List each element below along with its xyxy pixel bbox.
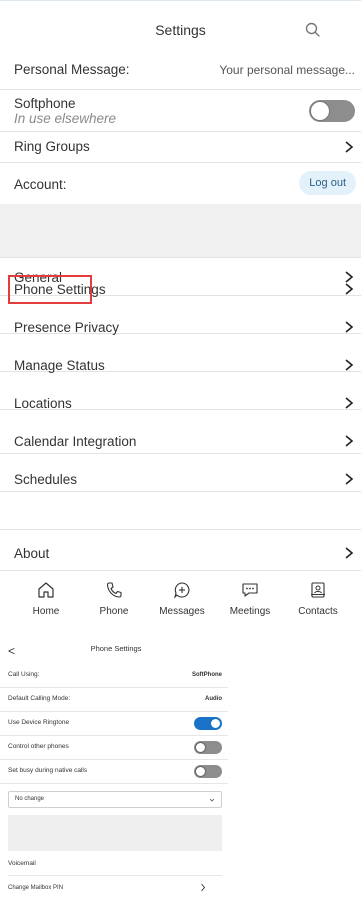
presence-privacy-label: Presence Privacy bbox=[14, 320, 120, 335]
phone-settings-title: Phone Settings bbox=[90, 644, 142, 653]
nav-label: Contacts bbox=[298, 606, 338, 617]
default-calling-mode-value: Audio bbox=[205, 696, 222, 702]
account-info-block bbox=[0, 204, 361, 258]
softphone-toggle[interactable] bbox=[309, 100, 355, 122]
call-using-label: Call Using: bbox=[8, 671, 40, 678]
use-device-ringtone-label: Use Device Ringtone bbox=[8, 719, 70, 726]
chevron-right-icon bbox=[345, 321, 354, 333]
softphone-status: In use elsewhere bbox=[14, 111, 117, 126]
manage-status-label: Manage Status bbox=[14, 358, 105, 373]
about-label: About bbox=[14, 546, 50, 561]
info-block bbox=[8, 815, 222, 851]
voicemail-heading: Voicemail bbox=[8, 860, 36, 867]
nav-label: Phone bbox=[99, 606, 129, 617]
calendar-integration-label: Calendar Integration bbox=[14, 434, 137, 449]
softphone-row: Softphone In use elsewhere bbox=[0, 90, 361, 132]
home-icon bbox=[38, 582, 54, 598]
schedules-row[interactable]: Schedules bbox=[0, 472, 361, 530]
call-using-row[interactable]: Call Using: SoftPhone bbox=[0, 664, 228, 688]
nav-label: Messages bbox=[159, 606, 205, 617]
phone-settings-highlight bbox=[8, 275, 92, 304]
default-calling-mode-label: Default Calling Mode: bbox=[8, 695, 71, 702]
about-row[interactable]: About bbox=[0, 537, 361, 571]
chevron-right-icon bbox=[345, 359, 354, 371]
nav-contacts[interactable]: Contacts bbox=[282, 580, 354, 617]
control-other-phones-row: Control other phones bbox=[0, 736, 228, 760]
set-busy-label: Set busy during native calls bbox=[8, 767, 88, 774]
nav-messages[interactable]: Messages bbox=[146, 580, 218, 617]
toggle-knob bbox=[195, 766, 206, 777]
nav-label: Meetings bbox=[229, 606, 271, 617]
chevron-right-icon bbox=[345, 283, 354, 295]
settings-header: Settings bbox=[0, 14, 361, 48]
nav-meetings[interactable]: Meetings bbox=[214, 580, 286, 617]
ring-groups-label: Ring Groups bbox=[14, 139, 90, 154]
contacts-icon bbox=[311, 582, 325, 598]
personal-message-value[interactable]: Your personal message... bbox=[219, 63, 355, 77]
default-calling-mode-row[interactable]: Default Calling Mode: Audio bbox=[0, 688, 228, 712]
locations-label: Locations bbox=[14, 396, 72, 411]
phone-icon bbox=[106, 582, 122, 598]
change-mailbox-pin-label[interactable]: Change Mailbox PIN bbox=[8, 885, 63, 891]
personal-message-row[interactable]: Personal Message: Your personal message.… bbox=[0, 49, 361, 90]
chevron-right-icon bbox=[345, 435, 354, 447]
schedules-label: Schedules bbox=[14, 472, 78, 487]
dropdown-value: No change bbox=[15, 796, 45, 802]
ring-groups-row[interactable]: Ring Groups bbox=[0, 132, 361, 163]
messages-icon bbox=[173, 582, 190, 599]
account-row: Account: Log out bbox=[0, 163, 361, 204]
nav-home[interactable]: Home bbox=[10, 580, 82, 617]
control-other-phones-toggle[interactable] bbox=[194, 741, 222, 754]
chevron-right-icon bbox=[345, 141, 354, 153]
meetings-icon bbox=[242, 583, 258, 597]
toggle-knob bbox=[195, 742, 206, 753]
divider bbox=[8, 875, 222, 876]
chevron-down-icon bbox=[209, 798, 215, 802]
toggle-knob bbox=[310, 101, 330, 121]
set-busy-row: Set busy during native calls bbox=[0, 760, 228, 784]
logout-button[interactable]: Log out bbox=[299, 171, 356, 195]
use-device-ringtone-row: Use Device Ringtone bbox=[0, 712, 228, 736]
call-using-value: SoftPhone bbox=[192, 672, 222, 678]
nav-label: Home bbox=[32, 606, 60, 617]
toggle-knob bbox=[210, 718, 221, 729]
chevron-right-icon bbox=[345, 397, 354, 409]
chevron-right-icon bbox=[345, 473, 354, 485]
account-label: Account: bbox=[14, 177, 67, 192]
top-divider bbox=[0, 0, 361, 1]
set-busy-toggle[interactable] bbox=[194, 765, 222, 778]
chevron-right-icon bbox=[345, 547, 354, 559]
nav-phone[interactable]: Phone bbox=[78, 580, 150, 617]
softphone-label: Softphone bbox=[14, 96, 76, 111]
chevron-right-icon[interactable] bbox=[200, 883, 206, 892]
busy-status-dropdown[interactable]: No change bbox=[8, 791, 222, 808]
search-icon[interactable] bbox=[303, 20, 323, 40]
personal-message-label: Personal Message: bbox=[14, 62, 130, 77]
control-other-phones-label: Control other phones bbox=[8, 743, 69, 750]
use-device-ringtone-toggle[interactable] bbox=[194, 717, 222, 730]
bottom-navigation: Home Phone Messages Meetings Contacts bbox=[0, 580, 361, 630]
